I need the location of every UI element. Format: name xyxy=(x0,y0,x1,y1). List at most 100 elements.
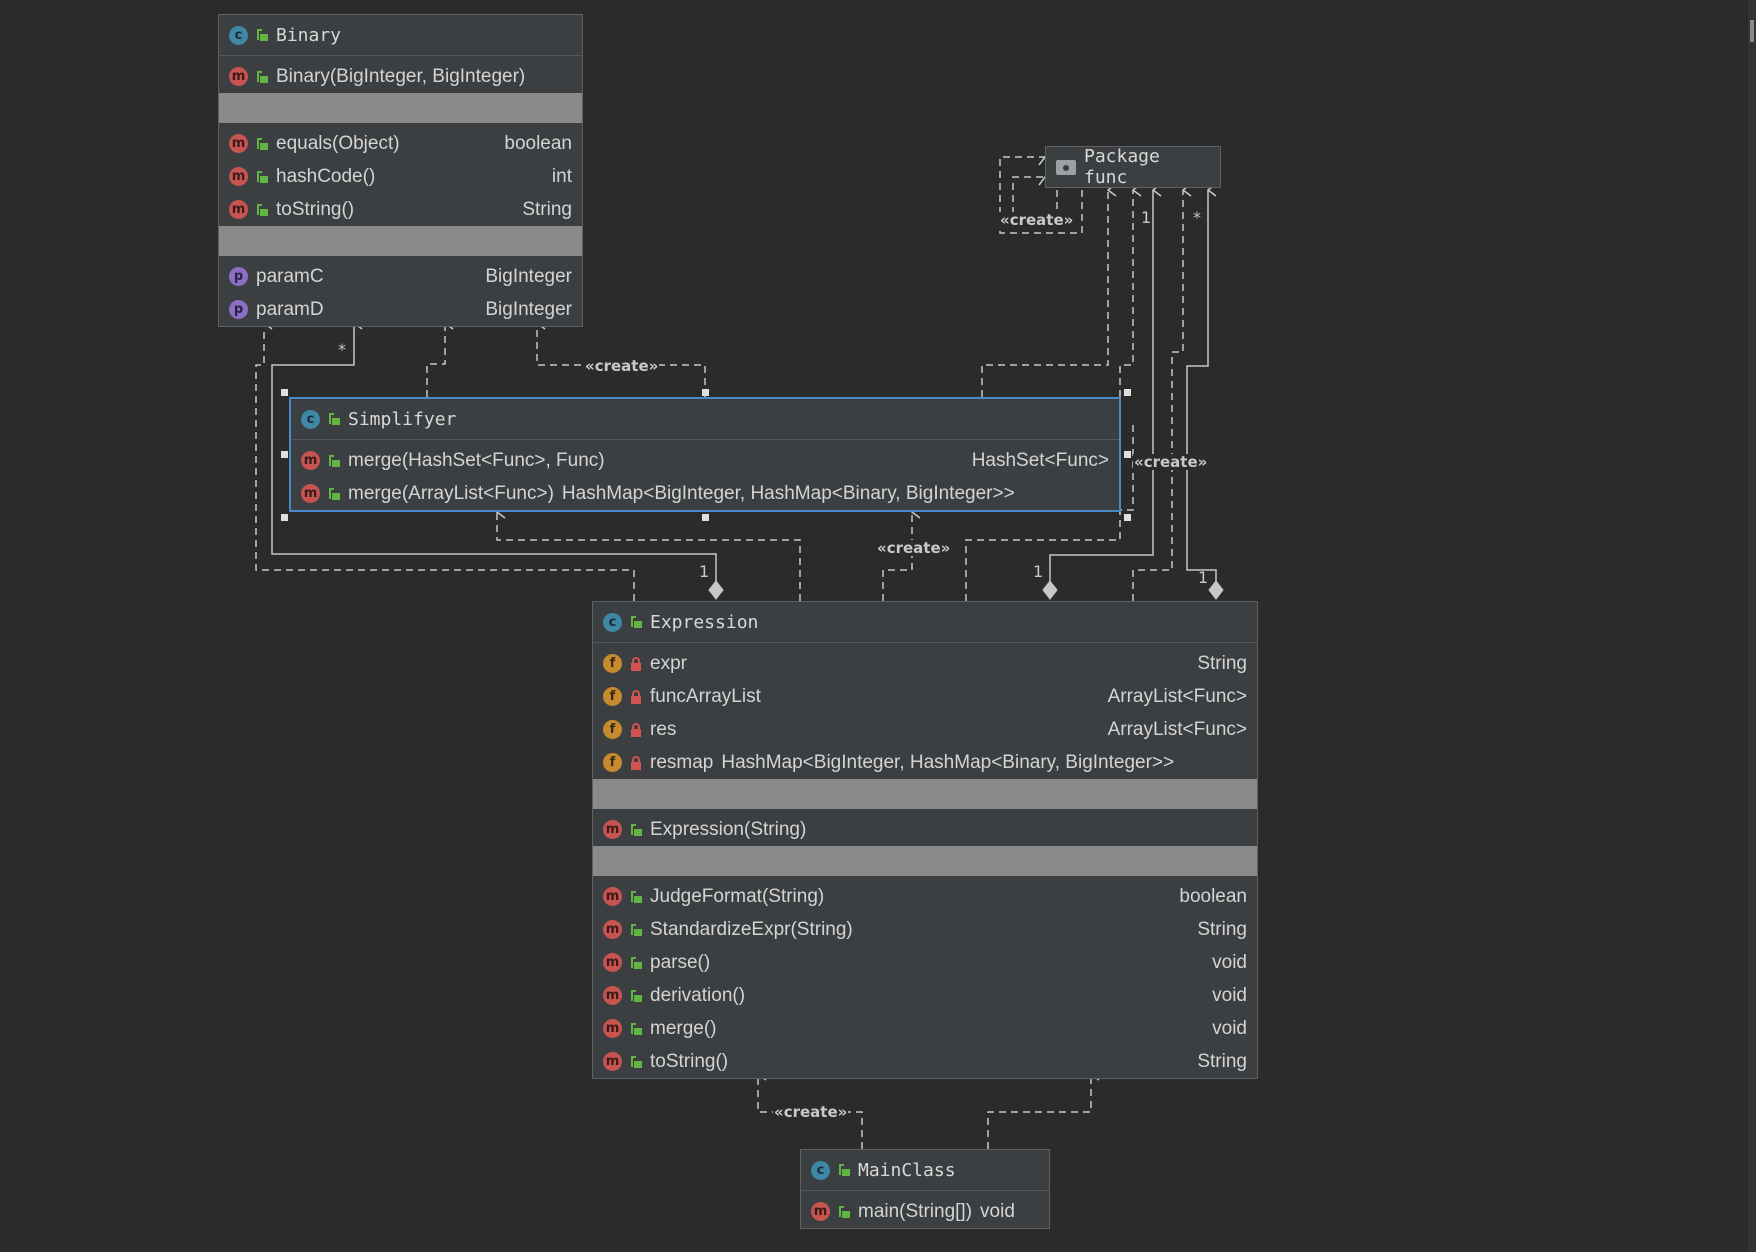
member-type: ArrayList<Func> xyxy=(1107,685,1247,707)
public-visibility-icon xyxy=(838,1205,850,1219)
edge-mainclass-expression-dep xyxy=(987,1074,1091,1149)
member-name: expr xyxy=(650,652,687,674)
selection-handle[interactable] xyxy=(1124,451,1131,458)
method-icon: m xyxy=(603,887,622,906)
member-row[interactable]: m equals(Object) boolean xyxy=(219,127,582,160)
section-separator xyxy=(219,226,582,256)
method-icon: m xyxy=(811,1202,830,1221)
member-row[interactable]: m merge(ArrayList<Func>) HashMap<BigInte… xyxy=(291,477,1119,510)
edge-simplifyer-package-create xyxy=(1119,190,1133,397)
member-row[interactable]: m StandardizeExpr(String) String xyxy=(593,913,1257,946)
member-name: parse() xyxy=(650,951,711,973)
label-create-mainclass: «create» xyxy=(773,1103,849,1121)
member-type: HashSet<Func> xyxy=(971,449,1109,471)
member-name: StandardizeExpr(String) xyxy=(650,918,853,940)
member-row[interactable]: m derivation() void xyxy=(593,979,1257,1012)
public-visibility-icon xyxy=(256,203,268,217)
member-row[interactable]: m toString() String xyxy=(219,193,582,226)
member-name: hashCode() xyxy=(276,165,376,187)
member-row[interactable]: f res ArrayList<Func> xyxy=(593,713,1257,746)
private-visibility-icon xyxy=(630,755,642,770)
diagram-canvas: «create» «create» «create» «create» «cre… xyxy=(0,0,1756,1252)
aggregation-diamond-3 xyxy=(1208,580,1224,600)
method-icon: m xyxy=(603,953,622,972)
member-row[interactable]: m toString() String xyxy=(593,1045,1257,1078)
public-visibility-icon xyxy=(630,890,642,904)
label-create-package-self: «create» xyxy=(999,211,1075,229)
field-icon: f xyxy=(603,687,622,706)
package-func[interactable]: Package func xyxy=(1045,146,1221,188)
member-name: res xyxy=(650,718,677,740)
public-visibility-icon xyxy=(328,412,340,426)
method-icon: m xyxy=(603,820,622,839)
member-name: JudgeFormat(String) xyxy=(650,885,825,907)
member-type: String xyxy=(1197,1050,1247,1072)
selection-handle[interactable] xyxy=(281,389,288,396)
package-func-title: Package func xyxy=(1084,146,1160,188)
class-binary[interactable]: c Binary m Binary(BigInteger, BigInteger… xyxy=(218,14,583,327)
member-row[interactable]: f resmap HashMap<BigInteger, HashMap<Bin… xyxy=(593,746,1257,779)
package-func-header[interactable]: Package func xyxy=(1046,146,1220,188)
field-icon: f xyxy=(603,654,622,673)
public-visibility-icon xyxy=(328,454,340,468)
member-name: paramD xyxy=(256,298,324,320)
multiplicity-binary-many: * xyxy=(338,340,346,359)
selection-handle[interactable] xyxy=(702,514,709,521)
member-row[interactable]: m Expression(String) xyxy=(593,813,1257,846)
class-mainclass-header[interactable]: c MainClass xyxy=(801,1150,1049,1191)
member-name: derivation() xyxy=(650,984,746,1006)
member-name: equals(Object) xyxy=(276,132,400,154)
selection-handle[interactable] xyxy=(1124,389,1131,396)
private-visibility-icon xyxy=(630,689,642,704)
private-visibility-icon xyxy=(630,656,642,671)
class-binary-header[interactable]: c Binary xyxy=(219,15,582,56)
member-row[interactable]: p paramD BigInteger xyxy=(219,293,582,326)
member-name: Expression(String) xyxy=(650,818,807,840)
selection-handle[interactable] xyxy=(281,451,288,458)
member-name: toString() xyxy=(650,1050,729,1072)
public-visibility-icon xyxy=(256,70,268,84)
member-row[interactable]: m merge() void xyxy=(593,1012,1257,1045)
method-icon: m xyxy=(603,1019,622,1038)
class-mainclass[interactable]: c MainClass m main(String[]) void xyxy=(800,1149,1050,1229)
public-visibility-icon xyxy=(630,1055,642,1069)
member-row[interactable]: m JudgeFormat(String) boolean xyxy=(593,880,1257,913)
selection-handle[interactable] xyxy=(1124,514,1131,521)
multiplicity-expr-package-one: 1 xyxy=(1033,562,1044,581)
member-name: merge() xyxy=(650,1017,717,1039)
selection-handle[interactable] xyxy=(702,389,709,396)
member-row[interactable]: f expr String xyxy=(593,647,1257,680)
member-name: paramC xyxy=(256,265,324,287)
member-name: toString() xyxy=(276,198,355,220)
multiplicity-expr-package-one-2: 1 xyxy=(1198,568,1209,587)
selection-handle[interactable] xyxy=(281,514,288,521)
member-row[interactable]: m hashCode() int xyxy=(219,160,582,193)
member-type: void xyxy=(1212,951,1247,973)
public-visibility-icon xyxy=(256,137,268,151)
member-row[interactable]: m parse() void xyxy=(593,946,1257,979)
member-row[interactable]: m merge(HashSet<Func>, Func) HashSet<Fun… xyxy=(291,444,1119,477)
class-simplifyer-header[interactable]: c Simplifyer xyxy=(291,399,1119,440)
member-row[interactable]: p paramC BigInteger xyxy=(219,260,582,293)
public-visibility-icon xyxy=(630,923,642,937)
public-visibility-icon xyxy=(256,28,268,42)
aggregation-diamond-1 xyxy=(708,580,724,600)
class-expression[interactable]: c Expression f expr String f funcArrayLi… xyxy=(592,601,1258,1079)
property-icon: p xyxy=(229,300,248,319)
class-icon: c xyxy=(301,409,320,429)
class-expression-header[interactable]: c Expression xyxy=(593,602,1257,643)
member-type: HashMap<BigInteger, HashMap<Binary, BigI… xyxy=(561,482,1015,504)
member-row[interactable]: m Binary(BigInteger, BigInteger) xyxy=(219,60,582,93)
multiplicity-expr-binary-one: 1 xyxy=(699,562,710,581)
member-row[interactable]: m main(String[]) void xyxy=(801,1195,1049,1228)
label-create-expression-simplifyer: «create» xyxy=(876,539,952,557)
public-visibility-icon xyxy=(328,487,340,501)
edge-expression-package-dep-2 xyxy=(1132,190,1183,601)
member-name: merge(HashSet<Func>, Func) xyxy=(348,449,605,471)
class-icon: c xyxy=(603,612,622,632)
member-row[interactable]: f funcArrayList ArrayList<Func> xyxy=(593,680,1257,713)
class-simplifyer[interactable]: c Simplifyer m merge(HashSet<Func>, Func… xyxy=(289,397,1121,512)
label-create-binary: «create» xyxy=(584,357,660,375)
method-icon: m xyxy=(229,134,248,153)
scrollbar[interactable] xyxy=(1748,0,1756,1252)
